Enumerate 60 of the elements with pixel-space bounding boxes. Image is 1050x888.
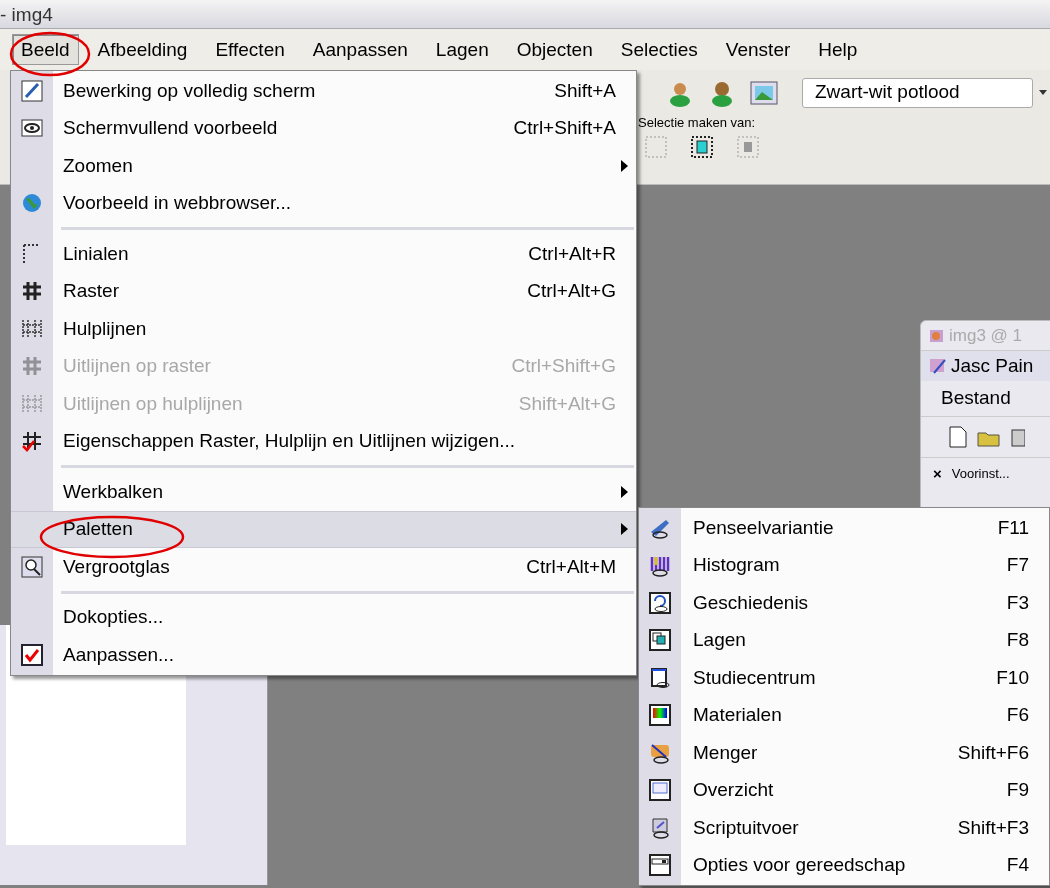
menu-item[interactable]: Linialen Ctrl+Alt+R	[11, 235, 636, 273]
close-button[interactable]: ×	[933, 466, 942, 481]
tab-label[interactable]: Voorinst...	[951, 463, 1010, 484]
panel-icon	[648, 665, 672, 690]
submenu-arrow-icon	[621, 485, 628, 498]
menu-item[interactable]: Paletten	[11, 510, 636, 548]
menu-bar-item[interactable]: Selecties	[611, 33, 707, 66]
grid-check-icon	[20, 429, 44, 454]
spectrum-icon	[648, 703, 672, 728]
magnifier-icon	[20, 554, 44, 579]
menu-item[interactable]: Schermvullend voorbeeld Ctrl+Shift+A	[11, 109, 636, 147]
menu-item[interactable]: Studiecentrum F10	[639, 659, 1049, 697]
app-title: Jasc Pain	[951, 353, 1034, 378]
menu-item[interactable]: Aanpassen...	[11, 636, 636, 674]
menu-bar-item[interactable]: Venster	[716, 33, 800, 66]
menu-item[interactable]: Voorbeeld in webbrowser...	[11, 184, 636, 222]
menu-item[interactable]: Materialen F6	[639, 696, 1049, 734]
menu-item[interactable]: Geschiedenis F3	[639, 584, 1049, 622]
window-title: img3 @ 1	[949, 324, 1022, 347]
preset-dropdown[interactable]: Zwart-wit potlood	[802, 77, 1033, 108]
menu-bar-item[interactable]: Help	[809, 33, 867, 66]
menu-item[interactable]: Bewerking op volledig scherm Shift+A	[11, 72, 636, 110]
menu-bar-item[interactable]: Bestand	[941, 384, 1011, 413]
menu-bar-item[interactable]: Lagen	[426, 33, 498, 66]
submenu-arrow-icon	[621, 523, 628, 536]
menu-bar-item[interactable]: Aanpassen	[303, 33, 417, 66]
submenu-arrow-icon	[621, 159, 628, 172]
menu-item[interactable]: Penseelvariantie F11	[639, 509, 1049, 547]
toolbar-panel-icon	[648, 853, 672, 878]
menu-item[interactable]: Zoomen	[11, 147, 636, 185]
menu-item[interactable]: Werkbalken	[11, 473, 636, 511]
pencil-icon	[20, 78, 44, 103]
menu-item[interactable]: Hulplijnen	[11, 310, 636, 348]
menu-item[interactable]: Scriptuitvoer Shift+F3	[639, 809, 1049, 847]
picture-icon[interactable]	[750, 80, 778, 105]
menu-bar-item[interactable]: Afbeelding	[88, 33, 197, 66]
app-icon	[929, 357, 947, 375]
dropdown-arrow-icon[interactable]	[1039, 90, 1047, 95]
layers-icon	[648, 628, 672, 653]
menu-item[interactable]: Overzicht F9	[639, 771, 1049, 809]
history-icon	[648, 590, 672, 615]
menu-bar-item[interactable]: Objecten	[507, 33, 602, 66]
selection-icon[interactable]	[690, 135, 714, 160]
printer-icon[interactable]	[1011, 426, 1025, 448]
checkbox-icon	[20, 642, 44, 667]
menu-item[interactable]: Vergrootglas Ctrl+Alt+M	[11, 548, 636, 586]
app-icon	[929, 327, 945, 344]
menu-item[interactable]: Opties voor gereedschap F4	[639, 846, 1049, 884]
menu-bar-item[interactable]: Effecten	[206, 33, 294, 66]
menu-item[interactable]: Lagen F8	[639, 621, 1049, 659]
monitor-icon	[648, 778, 672, 803]
menu-bar-item[interactable]: Beeld	[12, 33, 79, 66]
menu-item[interactable]: Eigenschappen Raster, Hulplijn en Uitlijnen wijzigen...	[11, 422, 636, 460]
selection-label: Selectie maken van:	[638, 115, 757, 132]
window-title: - img4	[0, 4, 53, 24]
menu-item[interactable]: Histogram F7	[639, 546, 1049, 584]
menu-item[interactable]: Menger Shift+F6	[639, 734, 1049, 772]
new-file-icon[interactable]	[949, 426, 967, 448]
menu-item[interactable]: Dokopties...	[11, 598, 636, 636]
menu-item[interactable]: Raster Ctrl+Alt+G	[11, 272, 636, 310]
